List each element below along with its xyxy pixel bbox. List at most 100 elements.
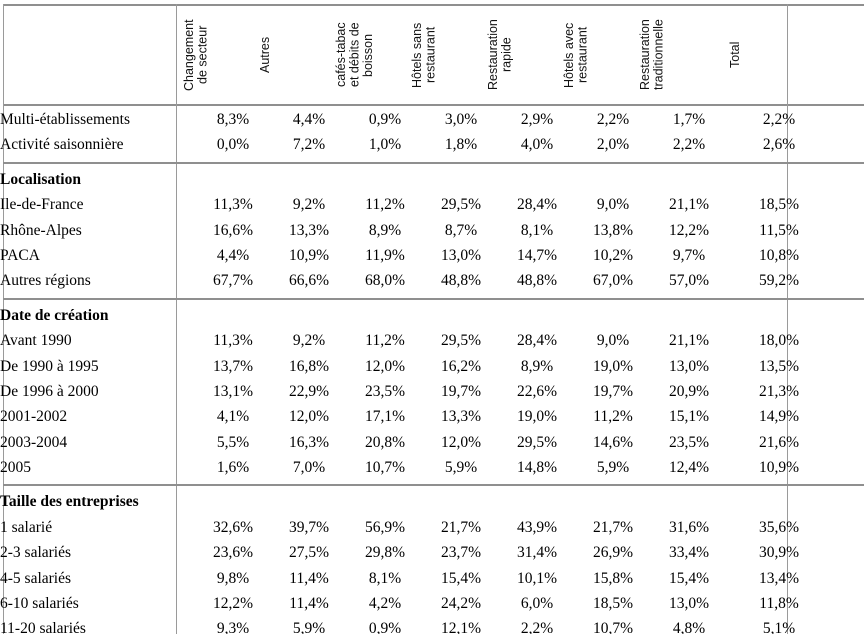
cell-total: 21,3% [758, 382, 800, 400]
cell-restauration_rapide: 4,0% [520, 136, 554, 154]
table-row: PACA 4,4% 10,9% 11,9% 13,0% 14,7% 10,2% 9,7% 10,… [0, 243, 864, 268]
cell-autres: 66,6% [288, 272, 330, 290]
table-row: 2003-2004 5,5% 16,3% 20,8% 12,0% 29,5% 14,6% 23… [0, 430, 864, 455]
cell-changement_secteur: 4,4% [216, 246, 250, 264]
table-section-header: Localisation [0, 167, 864, 192]
cell-autres: 13,3% [288, 221, 330, 239]
cell-hotels_avec_restaurant: 19,7% [592, 382, 634, 400]
cell-hotels_sans_restaurant: 16,2% [440, 357, 482, 375]
cell-changement_secteur: 9,8% [216, 569, 250, 587]
cell-changement_secteur: 13,7% [212, 357, 254, 375]
table-row: Activité saisonnière 0,0% 7,2% 1,0% 1,8% 4,0%… [0, 132, 864, 157]
cell-restauration_traditionnelle: 20,9% [668, 382, 710, 400]
cell-total: 14,9% [758, 408, 800, 426]
cell-changement_secteur: 11,3% [213, 332, 253, 350]
cell-total: 2,2% [762, 111, 796, 128]
cell-hotels_avec_restaurant: 10,2% [592, 246, 634, 264]
table-row: Autres régions 67,7% 66,6% 68,0% 48,8% 48,8% 6… [0, 268, 864, 293]
cell-hotels_sans_restaurant: 29,5% [440, 332, 482, 350]
cell-autres: 16,3% [288, 433, 330, 451]
cell-changement_secteur: 5,5% [216, 433, 250, 451]
cell-hotels_avec_restaurant: 19,0% [592, 357, 634, 375]
cell-restauration_rapide: 10,1% [516, 569, 558, 587]
cell-total: 11,8% [759, 595, 799, 613]
cell-restauration_rapide: 31,4% [516, 544, 558, 562]
cell-autres: 7,0% [292, 459, 326, 477]
cell-autres: 39,7% [288, 518, 330, 536]
cell-hotels_avec_restaurant: 13,8% [592, 221, 634, 239]
cell-restauration_rapide: 22,6% [516, 382, 558, 400]
cell-restauration_traditionnelle: 21,1% [668, 196, 710, 214]
row-label: De 1996 à 2000 [0, 382, 99, 400]
table-row: 6-10 salariés 12,2% 11,4% 4,2% 24,2% 6,0% 18,5… [0, 591, 864, 616]
cell-restauration_traditionnelle: 57,0% [668, 272, 710, 290]
cell-hotels_avec_restaurant: 67,0% [592, 272, 634, 290]
cell-total: 10,9% [758, 459, 800, 477]
row-label: Multi-établissements [0, 111, 131, 128]
column-header-restauration_traditionnelle: Restauration traditionnelle [638, 19, 666, 91]
cell-hotels_sans_restaurant: 13,3% [440, 408, 482, 426]
table-header-row: Changement de secteur Autres cafés-tabac e… [0, 6, 864, 105]
cell-hotels_sans_restaurant: 21,7% [440, 518, 482, 536]
cell-restauration_rapide: 6,0% [520, 595, 554, 613]
cell-total: 5,1% [762, 620, 796, 634]
row-label: 2001-2002 [0, 408, 68, 426]
cell-cafes_tabac: 68,0% [364, 272, 406, 290]
cell-restauration_traditionnelle: 1,7% [672, 111, 706, 128]
cell-hotels_avec_restaurant: 11,2% [593, 408, 633, 426]
table-row: 2001-2002 4,1% 12,0% 17,1% 13,3% 19,0% 11,2% 15… [0, 404, 864, 429]
row-label: De 1990 à 1995 [0, 357, 99, 375]
cell-restauration_traditionnelle: 15,4% [668, 569, 710, 587]
cell-total: 21,6% [758, 433, 800, 451]
cell-changement_secteur: 9,3% [216, 620, 250, 634]
row-label: Ile-de-France [0, 196, 84, 214]
cell-autres: 9,2% [292, 332, 326, 350]
cell-changement_secteur: 32,6% [212, 518, 254, 536]
row-label: Date de création [0, 306, 109, 324]
cell-autres: 27,5% [288, 544, 330, 562]
row-label: Autres régions [0, 272, 91, 290]
cell-restauration_rapide: 14,7% [516, 246, 558, 264]
cell-restauration_traditionnelle: 33,4% [668, 544, 710, 562]
table-row: Avant 1990 11,3% 9,2% 11,2% 29,5% 28,4% 9,0% 21… [0, 328, 864, 353]
cell-hotels_sans_restaurant: 8,7% [444, 221, 478, 239]
row-label: 6-10 salariés [0, 595, 79, 613]
cell-hotels_sans_restaurant: 13,0% [440, 246, 482, 264]
cell-cafes_tabac: 10,7% [364, 459, 406, 477]
cell-hotels_sans_restaurant: 24,2% [440, 595, 482, 613]
cell-restauration_traditionnelle: 9,7% [672, 246, 706, 264]
cell-restauration_traditionnelle: 13,0% [668, 357, 710, 375]
cell-autres: 22,9% [288, 382, 330, 400]
cell-hotels_sans_restaurant: 1,8% [444, 136, 478, 154]
cell-cafes_tabac: 11,2% [365, 196, 405, 214]
cell-restauration_traditionnelle: 2,2% [672, 136, 706, 154]
cell-changement_secteur: 13,1% [212, 382, 254, 400]
cell-autres: 9,2% [292, 196, 326, 214]
table-row: 4-5 salariés 9,8% 11,4% 8,1% 15,4% 10,1% 15,8%… [0, 566, 864, 591]
table-row: De 1996 à 2000 13,1% 22,9% 23,5% 19,7% 22,6% 1… [0, 379, 864, 404]
cell-cafes_tabac: 56,9% [364, 518, 406, 536]
statistics-table: Changement de secteur Autres cafés-tabac e… [0, 0, 864, 634]
cell-hotels_avec_restaurant: 26,9% [592, 544, 634, 562]
cell-restauration_traditionnelle: 4,8% [672, 620, 706, 634]
cell-total: 10,8% [758, 246, 800, 264]
cell-total: 11,5% [759, 221, 799, 239]
cell-hotels_sans_restaurant: 3,0% [444, 111, 478, 128]
row-label: 1 salarié [0, 518, 53, 536]
table-row: 2-3 salariés 23,6% 27,5% 29,8% 23,7% 31,4% 26,… [0, 540, 864, 565]
cell-hotels_avec_restaurant: 2,2% [596, 111, 630, 128]
cell-autres: 5,9% [292, 620, 326, 634]
table-section-header: Taille des entreprises [0, 489, 864, 514]
section-divider-line [3, 484, 864, 487]
cell-total: 30,9% [758, 544, 800, 562]
row-label: Localisation [0, 170, 81, 188]
cell-hotels_sans_restaurant: 29,5% [440, 196, 482, 214]
cell-total: 18,5% [758, 196, 800, 214]
cell-cafes_tabac: 8,1% [368, 569, 402, 587]
cell-cafes_tabac: 0,9% [368, 111, 402, 128]
row-label: 2005 [0, 459, 31, 477]
cell-hotels_avec_restaurant: 9,0% [596, 332, 630, 350]
cell-changement_secteur: 67,7% [212, 272, 254, 290]
row-label: Activité saisonnière [0, 136, 124, 154]
cell-restauration_rapide: 29,5% [516, 433, 558, 451]
